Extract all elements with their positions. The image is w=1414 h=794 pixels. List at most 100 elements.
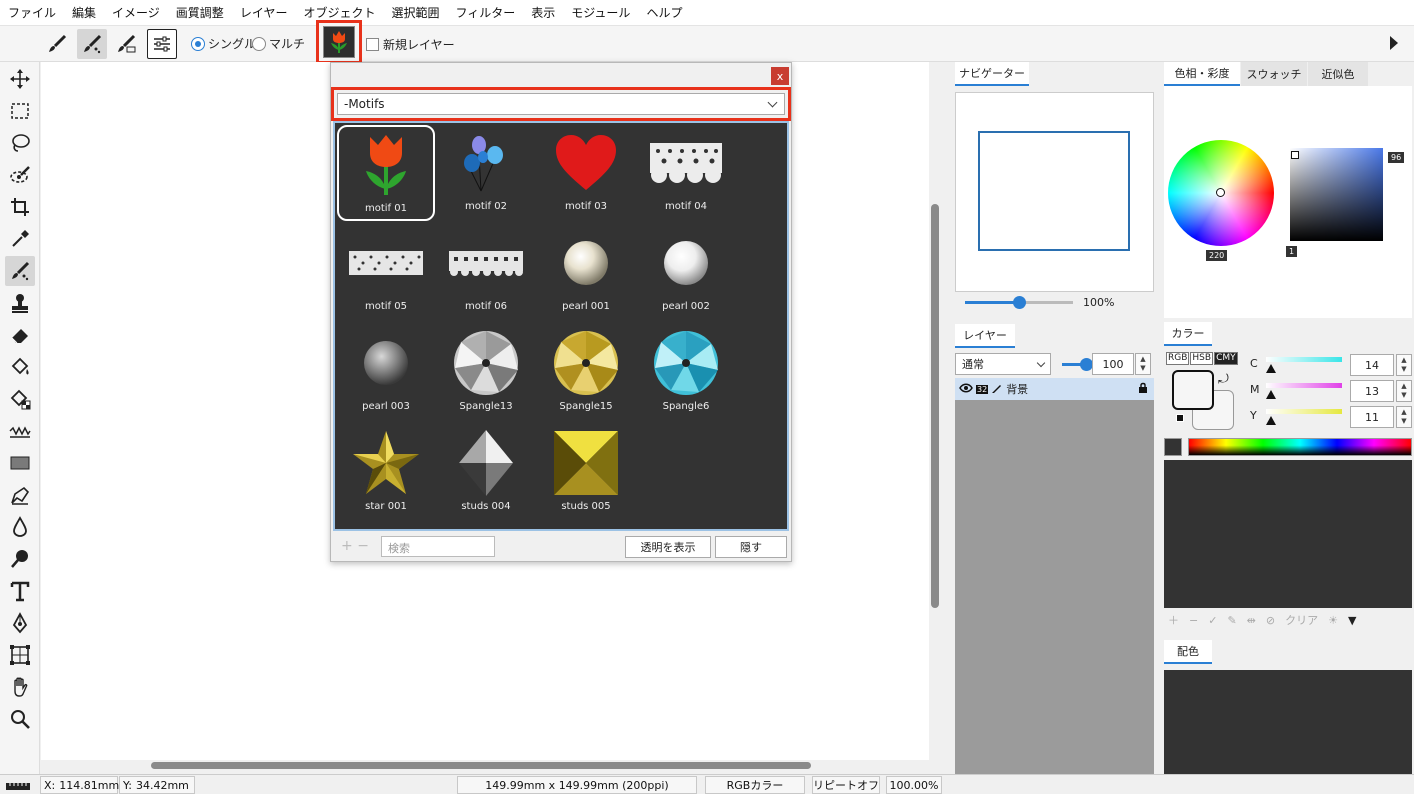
hand-icon[interactable] [5,672,35,702]
cyan-input[interactable]: 14 [1350,354,1394,376]
scroll-thumb[interactable] [151,762,811,769]
motif-item[interactable]: star 001 [337,425,435,521]
smudge-icon[interactable] [5,544,35,574]
navigator-viewport[interactable] [978,131,1130,251]
magenta-input[interactable]: 13 [1350,380,1394,402]
motif-item[interactable]: pearl 002 [637,225,735,321]
slider-marker[interactable] [1266,390,1276,399]
color-spectrum[interactable] [1188,438,1412,456]
motif-item[interactable]: motif 04 [637,125,735,221]
motif-item[interactable]: pearl 003 [337,325,435,421]
swap-colors-icon[interactable]: ⤾ [1218,372,1229,387]
gradient-icon[interactable] [5,416,35,446]
mode-cmy[interactable]: CMY [1214,352,1238,365]
sb-marker[interactable] [1291,151,1299,159]
motif-item[interactable]: Spangle15 [537,325,635,421]
motif-brush-icon[interactable] [77,29,107,59]
yellow-slider[interactable] [1266,409,1342,414]
add-icon[interactable]: ＋ [1168,612,1179,628]
new-layer-checkbox[interactable]: 新規レイヤー [366,36,455,53]
magic-brush-select-icon[interactable] [5,160,35,190]
zoom-icon[interactable] [5,704,35,734]
color-mode-button[interactable]: RGBカラー [705,776,805,794]
menu-item[interactable]: レイヤー [232,0,296,26]
single-mode-radio[interactable]: シングル [191,35,256,52]
blur-drop-icon[interactable] [5,512,35,542]
motif-category-select[interactable]: -Motifs [337,93,785,115]
motif-item[interactable]: studs 004 [437,425,535,521]
shape-rect-icon[interactable] [5,448,35,478]
default-colors-icon[interactable] [1176,414,1184,422]
dropdown-arrow-icon[interactable]: ▼ [1348,614,1356,627]
slider-knob[interactable] [1013,296,1026,309]
check-icon[interactable]: ✓ [1208,614,1217,627]
clear-button[interactable]: クリア [1285,612,1318,628]
brush-tool-icon[interactable] [5,256,35,286]
swap-icon[interactable]: ⇹ [1247,614,1256,627]
slider-marker[interactable] [1266,364,1276,373]
hue-wheel[interactable] [1168,140,1274,246]
scroll-thumb[interactable] [931,204,939,608]
pen-tool-icon[interactable] [5,608,35,638]
mode-hsb[interactable]: HSB [1190,352,1214,365]
ban-icon[interactable]: ⊘ [1266,614,1275,627]
navigator-preview[interactable] [955,92,1154,292]
lasso-icon[interactable] [5,128,35,158]
motif-item[interactable]: pearl 001 [537,225,635,321]
hide-button[interactable]: 隠す [715,536,787,558]
tab-color[interactable]: カラー [1164,322,1212,346]
menu-item[interactable]: 画質調整 [168,0,232,26]
crop-icon[interactable] [5,192,35,222]
tab-hue-saturation[interactable]: 色相・彩度 [1164,62,1240,86]
menu-item[interactable]: フィルター [447,0,523,26]
slider-marker[interactable] [1266,416,1276,425]
multi-mode-radio[interactable]: マルチ [252,35,305,52]
zoom-readout[interactable]: 100.00% [886,776,942,794]
brush-icon[interactable] [42,29,72,59]
tab-color-scheme[interactable]: 配色 [1164,640,1212,664]
menu-item[interactable]: ファイル [0,0,64,26]
brush-settings-icon[interactable] [147,29,177,59]
menu-item[interactable]: 表示 [523,0,563,26]
sun-icon[interactable]: ☀ [1328,614,1338,627]
yellow-input[interactable]: 11 [1350,406,1394,428]
mode-rgb[interactable]: RGB [1166,352,1190,365]
show-transparent-button[interactable]: 透明を表示 [625,536,711,558]
current-color-chip[interactable] [1164,438,1182,456]
clone-stamp-icon[interactable] [5,288,35,318]
pencil-icon[interactable]: ✎ [1227,614,1236,627]
menu-item[interactable]: イメージ [104,0,168,26]
layer-row[interactable]: 32 背景 [955,378,1154,400]
add-remove-buttons[interactable]: + − [341,538,369,554]
tab-similar-colors[interactable]: 近似色 [1308,62,1368,86]
pattern-fill-icon[interactable] [5,384,35,414]
close-button[interactable]: x [771,67,789,85]
paint-bucket-icon[interactable] [5,352,35,382]
menu-item[interactable]: ヘルプ [638,0,690,26]
motif-picker-button[interactable] [316,20,362,64]
yellow-stepper[interactable]: ▲ ▼ [1396,406,1412,428]
horizontal-scrollbar[interactable] [41,760,929,772]
repeat-toggle-button[interactable]: リピートオフ [812,776,880,794]
saturation-brightness-square[interactable] [1290,148,1383,241]
menu-item[interactable]: モジュール [563,0,638,26]
hue-marker[interactable] [1216,188,1225,197]
motif-item[interactable]: Spangle13 [437,325,535,421]
text-warp-icon[interactable] [5,480,35,510]
texture-brush-icon[interactable] [111,29,141,59]
rect-select-icon[interactable] [5,96,35,126]
color-palette[interactable] [1164,460,1412,608]
plus-button[interactable]: + [341,538,353,554]
tab-navigator[interactable]: ナビゲーター [955,62,1029,86]
menu-item[interactable]: 選択範囲 [383,0,447,26]
cyan-slider[interactable] [1266,357,1342,362]
motif-item[interactable]: studs 005 [537,425,635,521]
lock-icon[interactable] [1138,382,1148,396]
magenta-stepper[interactable]: ▲ ▼ [1396,380,1412,402]
minus-button[interactable]: − [357,538,369,554]
eye-icon[interactable] [959,382,973,397]
foreground-color-swatch[interactable] [1172,370,1214,410]
motif-item[interactable]: motif 02 [437,125,535,221]
navigator-zoom-slider[interactable] [965,296,1073,309]
cyan-stepper[interactable]: ▲ ▼ [1396,354,1412,376]
